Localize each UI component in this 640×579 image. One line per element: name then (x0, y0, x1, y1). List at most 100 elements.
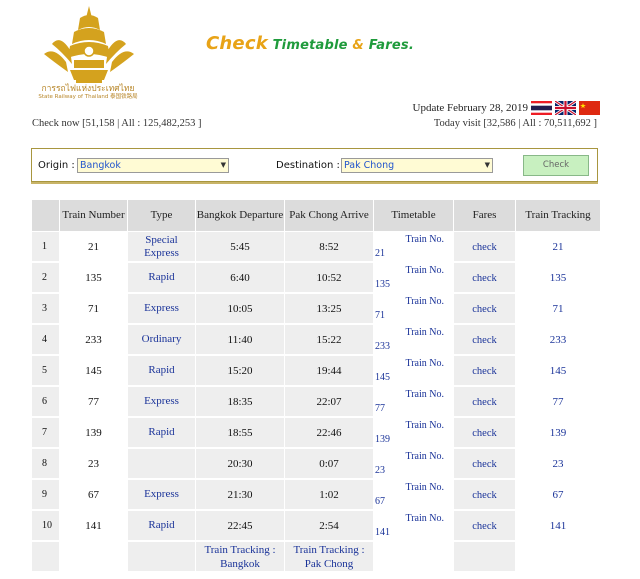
headline-amp: & (352, 38, 364, 53)
timetable-link[interactable]: Train No. 77 (373, 385, 454, 418)
timetable-number: 145 (375, 372, 390, 383)
timetable-link[interactable]: Train No. 67 (373, 478, 454, 511)
china-flag-icon[interactable] (579, 101, 600, 115)
train-number: 77 (59, 385, 128, 418)
timetable-label: Train No. (405, 296, 444, 307)
headline-fares: Fares. (368, 38, 414, 53)
footer-cell (127, 540, 196, 573)
row-index: 1 (31, 231, 60, 263)
destination-value: Pak Chong (344, 160, 395, 171)
timetable-link[interactable]: Train No. 71 (373, 292, 454, 325)
train-type: Express (127, 292, 196, 325)
headline-timetable: Timetable (272, 38, 348, 53)
train-tracking-link[interactable]: 135 (515, 261, 601, 294)
train-type: Ordinary (127, 323, 196, 356)
fare-check-link[interactable]: check (453, 509, 516, 542)
fare-check-link[interactable]: check (453, 323, 516, 356)
row-index: 7 (31, 416, 60, 449)
train-tracking-link[interactable]: 233 (515, 323, 601, 356)
arrival-time: 19:44 (284, 354, 374, 387)
timetable-number: 135 (375, 279, 390, 290)
fare-check-link[interactable]: check (453, 292, 516, 325)
train-tracking-link[interactable]: 21 (515, 231, 601, 263)
train-number: 71 (59, 292, 128, 325)
train-type: Rapid (127, 509, 196, 542)
departure-time: 15:20 (195, 354, 285, 387)
header-arrive: Pak Chong Arrive (284, 199, 374, 232)
fare-check-link[interactable]: check (453, 231, 516, 263)
train-number: 23 (59, 447, 128, 480)
check-button[interactable]: Check (523, 155, 589, 176)
footer-cell (59, 540, 128, 573)
timetable-link[interactable]: Train No. 21 (373, 231, 454, 263)
footer-cell (515, 540, 601, 573)
destination-select[interactable]: Pak Chong ▼ (341, 158, 493, 173)
timetable-label: Train No. (405, 513, 444, 524)
arrival-time: 0:07 (284, 447, 374, 480)
train-tracking-link[interactable]: 23 (515, 447, 601, 480)
footer-cell (453, 540, 516, 573)
logo-english-text: State Railway of Thailand 泰国铁路局 (38, 94, 138, 100)
timetable-label: Train No. (405, 265, 444, 276)
departure-time: 21:30 (195, 478, 285, 511)
row-index: 9 (31, 478, 60, 511)
fare-check-link[interactable]: check (453, 416, 516, 449)
arrival-time: 1:02 (284, 478, 374, 511)
arrival-time: 13:25 (284, 292, 374, 325)
fare-check-link[interactable]: check (453, 261, 516, 294)
thai-flag-icon[interactable] (531, 101, 552, 115)
timetable-link[interactable]: Train No. 139 (373, 416, 454, 449)
fare-check-link[interactable]: check (453, 354, 516, 387)
header-departure: Bangkok Departure (195, 199, 285, 232)
fare-check-link[interactable]: check (453, 478, 516, 511)
timetable-number: 233 (375, 341, 390, 352)
table-row: 6 77 Express 18:35 22:07 Train No. 77 ch… (31, 385, 601, 418)
uk-flag-icon[interactable] (555, 101, 576, 115)
tracking-pakchong-link[interactable]: Train Tracking : Pak Chong (284, 540, 374, 573)
timetable-link[interactable]: Train No. 141 (373, 509, 454, 542)
update-date: Update February 28, 2019 (412, 102, 528, 114)
language-flags (531, 101, 600, 115)
train-tracking-link[interactable]: 71 (515, 292, 601, 325)
timetable-link[interactable]: Train No. 145 (373, 354, 454, 387)
timetable-link[interactable]: Train No. 135 (373, 261, 454, 294)
train-tracking-link[interactable]: 145 (515, 354, 601, 387)
row-index: 2 (31, 261, 60, 294)
table-footer-row: Train Tracking : Bangkok Train Tracking … (31, 540, 601, 573)
train-tracking-link[interactable]: 67 (515, 478, 601, 511)
train-number: 67 (59, 478, 128, 511)
departure-time: 5:45 (195, 231, 285, 263)
arrival-time: 8:52 (284, 231, 374, 263)
timetable-number: 23 (375, 465, 385, 476)
dropdown-arrow-icon: ▼ (484, 161, 490, 169)
train-tracking-link[interactable]: 139 (515, 416, 601, 449)
timetable-label: Train No. (405, 327, 444, 338)
train-number: 233 (59, 323, 128, 356)
arrival-time: 15:22 (284, 323, 374, 356)
header-index (31, 199, 60, 232)
train-tracking-link[interactable]: 77 (515, 385, 601, 418)
timetable-label: Train No. (405, 358, 444, 369)
origin-select[interactable]: Bangkok ▼ (77, 158, 229, 173)
origin-label: Origin : (38, 160, 75, 171)
row-index: 10 (31, 509, 60, 542)
footer-cell (373, 540, 454, 573)
header-tracking: Train Tracking (515, 199, 601, 232)
row-index: 8 (31, 447, 60, 480)
train-type: Special Express (127, 231, 196, 263)
timetable-link[interactable]: Train No. 23 (373, 447, 454, 480)
row-index: 3 (31, 292, 60, 325)
fare-check-link[interactable]: check (453, 385, 516, 418)
check-now-counter: Check now [51,158 | All : 125,482,253 ] (32, 118, 202, 129)
dropdown-arrow-icon: ▼ (220, 161, 226, 169)
train-number: 21 (59, 231, 128, 263)
tracking-bangkok-link[interactable]: Train Tracking : Bangkok (195, 540, 285, 573)
row-index: 6 (31, 385, 60, 418)
table-row: 7 139 Rapid 18:55 22:46 Train No. 139 ch… (31, 416, 601, 449)
timetable-link[interactable]: Train No. 233 (373, 323, 454, 356)
today-visit-counter: Today visit [32,586 | All : 70,511,692 ] (433, 118, 597, 129)
fare-check-link[interactable]: check (453, 447, 516, 480)
train-tracking-link[interactable]: 141 (515, 509, 601, 542)
table-row: 3 71 Express 10:05 13:25 Train No. 71 ch… (31, 292, 601, 325)
train-type (127, 447, 196, 480)
